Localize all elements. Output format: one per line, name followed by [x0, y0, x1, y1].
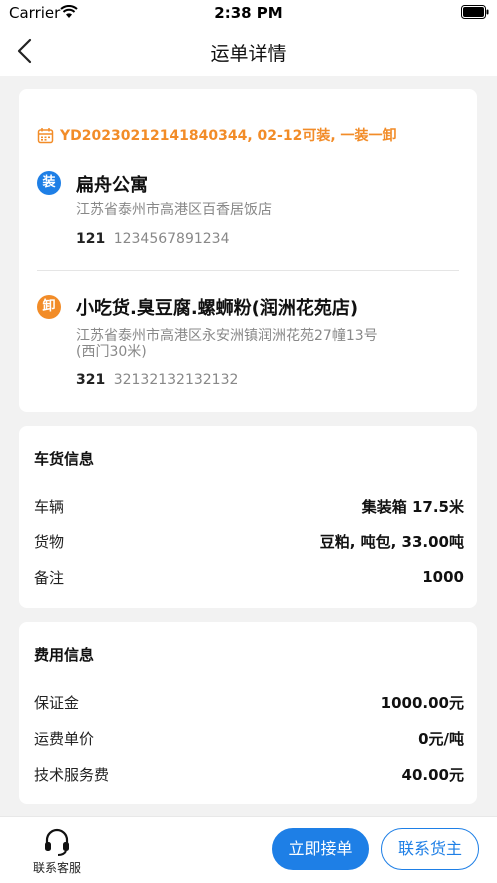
accept-order-button[interactable]: 立即接单	[272, 828, 369, 870]
unloading-badge: 卸	[37, 295, 61, 319]
fee-info-card: 费用信息 保证金 1000.00元 运费单价 0元/吨 技术服务费 40.00元	[19, 622, 477, 804]
cargo-row-vehicle: 车辆 集装箱 17.5米	[34, 495, 464, 517]
fee-info-title: 费用信息	[34, 646, 95, 664]
row-value: 豆粕, 吨包, 33.00吨	[319, 532, 464, 551]
customer-service-button[interactable]: 联系客服	[28, 827, 86, 877]
loading-contact-name: 121	[76, 231, 106, 247]
clock: 2:38 PM	[214, 4, 283, 22]
unloading-contact: 321 32132132132132	[76, 372, 238, 388]
unloading-contact-name: 321	[76, 372, 106, 388]
loading-badge: 装	[37, 171, 61, 195]
fee-row-deposit: 保证金 1000.00元	[34, 691, 464, 713]
cargo-info-card: 车货信息 车辆 集装箱 17.5米 货物 豆粕, 吨包, 33.00吨 备注 1…	[19, 426, 477, 608]
unloading-contact-phone[interactable]: 32132132132132	[114, 372, 239, 388]
route-card: YD20230212141840344, 02-12可装, 一装一卸 装 扁舟公…	[19, 89, 477, 412]
row-value: 集装箱 17.5米	[361, 497, 464, 516]
row-value: 40.00元	[401, 765, 464, 784]
customer-service-label: 联系客服	[32, 861, 81, 875]
unloading-address-line2: (西门30米)	[76, 344, 147, 360]
row-label: 运费单价	[34, 729, 95, 748]
status-bar: Carrier 2:38 PM	[0, 0, 497, 26]
row-value: 1000.00元	[380, 693, 464, 712]
page-title: 运单详情	[210, 43, 287, 65]
cargo-row-remark: 备注 1000	[34, 566, 464, 588]
row-label: 备注	[34, 568, 65, 587]
loading-contact-phone[interactable]: 1234567891234	[114, 231, 230, 247]
loading-address: 江苏省泰州市高港区百香居饭店	[76, 202, 272, 218]
order-summary: YD20230212141840344, 02-12可装, 一装一卸	[37, 125, 397, 145]
row-value: 1000	[422, 568, 464, 586]
divider	[37, 270, 459, 271]
row-label: 车辆	[34, 497, 65, 516]
contact-owner-button[interactable]: 联系货主	[381, 828, 479, 870]
unloading-address-line1: 江苏省泰州市高港区永安洲镇润洲花苑27幢13号	[76, 328, 378, 344]
row-label: 货物	[34, 532, 65, 551]
nav-bar: 运单详情	[0, 26, 497, 76]
row-label: 保证金	[34, 693, 80, 712]
fee-row-service-fee: 技术服务费 40.00元	[34, 763, 464, 785]
row-label: 技术服务费	[34, 765, 110, 784]
fee-row-unit-price: 运费单价 0元/吨	[34, 727, 464, 749]
cargo-row-goods: 货物 豆粕, 吨包, 33.00吨	[34, 530, 464, 552]
bottom-action-bar: 联系客服 立即接单 联系货主	[0, 816, 497, 883]
calendar-icon	[37, 127, 54, 143]
loading-name: 扁舟公寓	[76, 175, 148, 196]
cargo-info-title: 车货信息	[34, 450, 95, 468]
order-summary-text: YD20230212141840344, 02-12可装, 一装一卸	[60, 128, 397, 144]
row-value: 0元/吨	[418, 729, 464, 748]
unloading-name: 小吃货.臭豆腐.螺蛳粉(润洲花苑店)	[76, 298, 359, 319]
battery-icon	[461, 5, 489, 19]
loading-contact: 121 1234567891234	[76, 231, 229, 247]
headset-icon	[45, 828, 69, 856]
